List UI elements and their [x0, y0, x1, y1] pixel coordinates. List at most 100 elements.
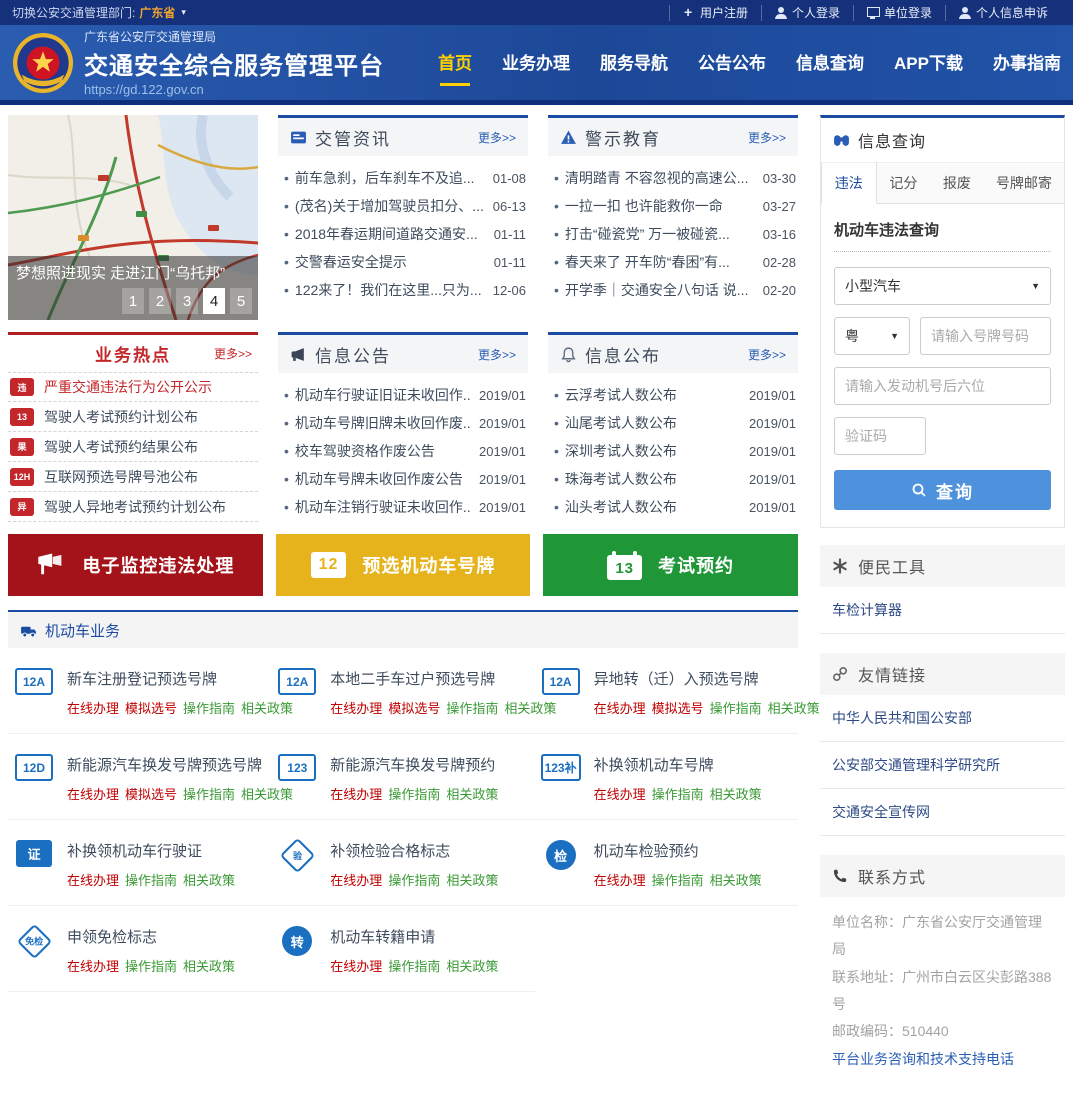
service-item[interactable]: 12A 异地转（迁）入预选号牌 在线办理模拟选号操作指南相关政策	[535, 648, 798, 734]
news-list-item[interactable]: • 机动车号牌旧牌未收回作废... 2019/01	[280, 409, 526, 437]
user-register-link[interactable]: 用户注册	[669, 5, 761, 21]
service-link[interactable]: 模拟选号	[125, 784, 177, 803]
unit-login-link[interactable]: 单位登录	[853, 5, 945, 21]
more-link[interactable]: 更多>>	[214, 345, 252, 362]
carousel-page-button[interactable]: 2	[149, 288, 171, 314]
banner-surveillance-violation[interactable]: 电子监控违法处理	[8, 534, 263, 596]
nav-item[interactable]: 业务办理	[502, 37, 570, 88]
news-list-item[interactable]: • 珠海考试人数公布 2019/01	[550, 465, 796, 493]
news-list-item[interactable]: • 122来了！我们在这里...只为... 12-06	[280, 276, 526, 304]
service-title[interactable]: 新能源汽车换发号牌预约	[330, 754, 498, 775]
news-list-item[interactable]: • 机动车行驶证旧证未收回作... 2019/01	[280, 381, 526, 409]
service-title[interactable]: 异地转（迁）入预选号牌	[594, 668, 820, 689]
service-link[interactable]: 操作指南	[125, 870, 177, 889]
news-list-item[interactable]: • 机动车号牌未收回作废公告 2019/01	[280, 465, 526, 493]
news-list-item[interactable]: • 汕头考试人数公布 2019/01	[550, 493, 796, 521]
more-link[interactable]: 更多>>	[478, 129, 516, 146]
service-link[interactable]: 操作指南	[183, 698, 235, 717]
service-link[interactable]: 在线办理	[594, 870, 646, 889]
service-link[interactable]: 相关政策	[183, 870, 235, 889]
service-item[interactable]: 12D 新能源汽车换发号牌预选号牌 在线办理模拟选号操作指南相关政策	[8, 734, 271, 820]
news-list-item[interactable]: • 清明踏青 不容忽视的高速公... 03-30	[550, 164, 796, 192]
service-link[interactable]: 模拟选号	[125, 698, 177, 717]
service-link[interactable]: 相关政策	[768, 698, 820, 717]
service-item[interactable]: 123补 补换领机动车号牌 在线办理操作指南相关政策	[535, 734, 798, 820]
tool-link[interactable]: 车检计算器	[820, 587, 1065, 634]
service-item[interactable]: 123 新能源汽车换发号牌预约 在线办理操作指南相关政策	[271, 734, 534, 820]
service-item[interactable]: 转 机动车转籍申请 在线办理操作指南相关政策	[271, 906, 534, 992]
friend-link[interactable]: 中华人民共和国公安部	[820, 695, 1065, 742]
news-list-item[interactable]: • 深圳考试人数公布 2019/01	[550, 437, 796, 465]
carousel-page-button[interactable]: 1	[122, 288, 144, 314]
carousel-caption[interactable]: 梦想照进现实 走进江门“乌托邦”	[16, 262, 250, 283]
service-link[interactable]: 操作指南	[652, 870, 704, 889]
nav-item[interactable]: APP下载	[894, 37, 963, 88]
query-submit-button[interactable]: 查询	[834, 470, 1051, 510]
plate-prefix-select[interactable]: 粤 ▼	[834, 317, 910, 355]
news-list-item[interactable]: • 打击“碰瓷党” 万一被碰瓷... 03-16	[550, 220, 796, 248]
personal-appeal-link[interactable]: 个人信息申诉	[945, 5, 1061, 21]
service-link[interactable]: 模拟选号	[652, 698, 704, 717]
service-title[interactable]: 新车注册登记预选号牌	[67, 668, 293, 689]
service-link[interactable]: 相关政策	[446, 956, 498, 975]
service-item[interactable]: 验 补领检验合格标志 在线办理操作指南相关政策	[271, 820, 534, 906]
hotspot-item[interactable]: 异 驾驶人异地考试预约计划公布	[8, 492, 258, 522]
news-list-item[interactable]: • 机动车注销行驶证未收回作... 2019/01	[280, 493, 526, 521]
nav-item[interactable]: 服务导航	[600, 37, 668, 88]
service-link[interactable]: 在线办理	[594, 784, 646, 803]
query-tab[interactable]: 违法	[821, 163, 877, 204]
news-list-item[interactable]: • 一拉一扣 也许能救你一命 03-27	[550, 192, 796, 220]
service-item[interactable]: 免检 申领免检标志 在线办理操作指南相关政策	[8, 906, 271, 992]
news-list-item[interactable]: • 开学季｜交通安全八句话 说... 02-20	[550, 276, 796, 304]
query-tab[interactable]: 号牌邮寄	[984, 163, 1064, 203]
banner-exam-appointment[interactable]: 13 考试预约	[543, 534, 798, 596]
hotspot-item[interactable]: 13 驾驶人考试预约计划公布	[8, 402, 258, 432]
nav-item[interactable]: 信息查询	[796, 37, 864, 88]
vehicle-type-select[interactable]: 小型汽车 ▼	[834, 267, 1051, 305]
service-link[interactable]: 在线办理	[330, 956, 382, 975]
service-link[interactable]: 操作指南	[388, 870, 440, 889]
hotspot-item[interactable]: 12H 互联网预选号牌号池公布	[8, 462, 258, 492]
service-link[interactable]: 操作指南	[388, 956, 440, 975]
query-tab[interactable]: 记分	[877, 163, 931, 203]
news-list-item[interactable]: • 校车驾驶资格作废公告 2019/01	[280, 437, 526, 465]
service-title[interactable]: 机动车检验预约	[594, 840, 762, 861]
service-link[interactable]: 相关政策	[183, 956, 235, 975]
service-item[interactable]: 12A 新车注册登记预选号牌 在线办理模拟选号操作指南相关政策	[8, 648, 271, 734]
service-link[interactable]: 操作指南	[710, 698, 762, 717]
service-link[interactable]: 相关政策	[710, 784, 762, 803]
department-switcher[interactable]: 切换公安交通管理部门: 广东省 ▾	[12, 4, 186, 21]
service-link[interactable]: 操作指南	[446, 698, 498, 717]
service-link[interactable]: 相关政策	[710, 870, 762, 889]
service-title[interactable]: 本地二手车过户预选号牌	[330, 668, 556, 689]
service-link[interactable]: 在线办理	[67, 956, 119, 975]
carousel-page-button[interactable]: 4	[203, 288, 225, 314]
plate-number-input[interactable]	[920, 317, 1051, 355]
news-list-item[interactable]: • (茂名)关于增加驾驶员扣分、... 06-13	[280, 192, 526, 220]
news-list-item[interactable]: • 春天来了 开车防“春困”有... 02-28	[550, 248, 796, 276]
region-value[interactable]: 广东省	[139, 4, 175, 21]
nav-item[interactable]: 公告公布	[698, 37, 766, 88]
more-link[interactable]: 更多>>	[478, 346, 516, 363]
hotspot-item[interactable]: 违 严重交通违法行为公开公示	[8, 372, 258, 402]
service-title[interactable]: 补换领机动车行驶证	[67, 840, 235, 861]
service-link[interactable]: 操作指南	[125, 956, 177, 975]
service-item[interactable]: 12A 本地二手车过户预选号牌 在线办理模拟选号操作指南相关政策	[271, 648, 534, 734]
banner-plate-preselect[interactable]: 12 预选机动车号牌	[276, 534, 531, 596]
service-link[interactable]: 在线办理	[67, 784, 119, 803]
service-title[interactable]: 补换领机动车号牌	[594, 754, 762, 775]
captcha-input[interactable]	[834, 417, 926, 455]
service-link[interactable]: 相关政策	[446, 784, 498, 803]
service-link[interactable]: 在线办理	[67, 870, 119, 889]
news-list-item[interactable]: • 汕尾考试人数公布 2019/01	[550, 409, 796, 437]
news-list-item[interactable]: • 前车急刹，后车刹车不及追... 01-08	[280, 164, 526, 192]
service-title[interactable]: 机动车转籍申请	[330, 926, 498, 947]
service-item[interactable]: 检 机动车检验预约 在线办理操作指南相关政策	[535, 820, 798, 906]
friend-link[interactable]: 交通安全宣传网	[820, 789, 1065, 836]
service-link[interactable]: 操作指南	[388, 784, 440, 803]
friend-link[interactable]: 公安部交通管理科学研究所	[820, 742, 1065, 789]
query-tab[interactable]: 报废	[930, 163, 984, 203]
news-list-item[interactable]: • 云浮考试人数公布 2019/01	[550, 381, 796, 409]
nav-item[interactable]: 首页	[438, 37, 472, 88]
carousel-page-button[interactable]: 3	[176, 288, 198, 314]
